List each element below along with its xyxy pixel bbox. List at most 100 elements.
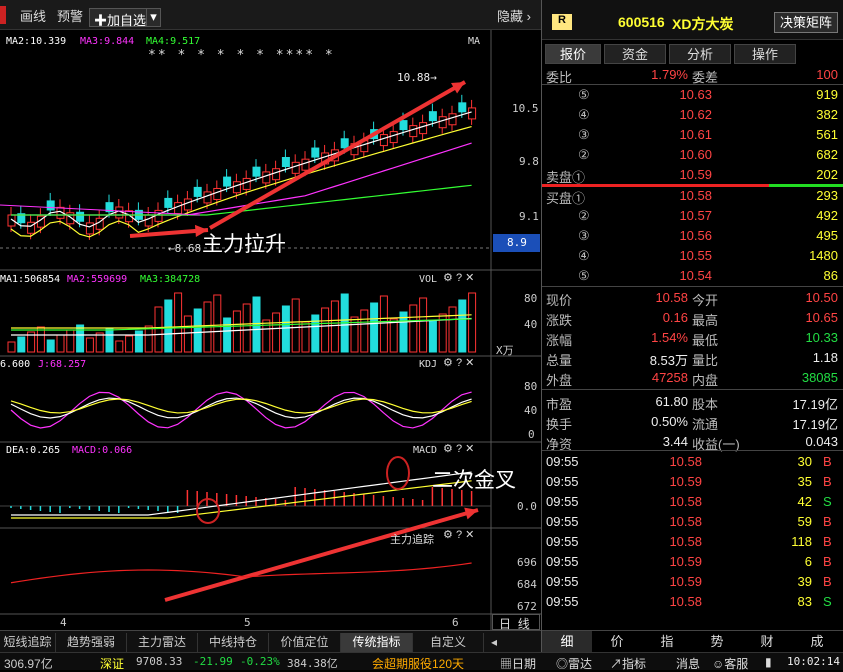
date-axis-6: 6	[452, 616, 459, 629]
candle-body	[389, 131, 398, 144]
stat-row: 换手 0.50% 流通 17.19亿	[542, 412, 843, 432]
close-icon: ✕	[465, 357, 475, 369]
tab-funds[interactable]: 资金	[604, 44, 666, 64]
signal-icon: ▮	[765, 655, 772, 669]
tracker-panel-icons[interactable]: ⚙ ? ✕	[443, 528, 474, 541]
favorite-dropdown-icon[interactable]: ▾	[146, 8, 161, 27]
candle-body	[85, 222, 94, 235]
tab-custom[interactable]: 自定义	[413, 633, 484, 652]
gear-icon: ⚙	[443, 357, 453, 369]
indicator-button[interactable]: ↗指标	[610, 655, 646, 672]
divider	[542, 450, 843, 451]
tab-analysis[interactable]: 分析	[669, 44, 731, 64]
tick-row: 09:55 10.59 6 B	[542, 552, 843, 572]
buy-row[interactable]: ③ 10.56 495	[542, 226, 843, 246]
vol-ma1-label: MA1:506854	[0, 274, 61, 285]
tick-side: S	[823, 594, 832, 609]
candle-body	[242, 177, 251, 190]
tab-short-track[interactable]: 短线追踪	[0, 633, 56, 652]
sell-row[interactable]: ② 10.60 682	[542, 145, 843, 165]
candle-body	[125, 210, 134, 223]
tab-operation[interactable]: 操作	[734, 44, 796, 64]
candle-body	[428, 111, 437, 122]
tick-time: 09:55	[546, 554, 579, 569]
tick-time: 09:55	[546, 574, 579, 589]
chart-area[interactable]: MA2:10.339 MA3:9.844 MA4:9.517 MA ** * *…	[0, 30, 541, 631]
kdj-d-line	[10, 398, 472, 414]
day-line-toggle[interactable]: 日 线	[492, 614, 540, 631]
tab-quote[interactable]: 报价	[545, 44, 601, 64]
quote-tab[interactable]: 细	[542, 631, 592, 652]
buy-row[interactable]: ④ 10.55 1480	[542, 246, 843, 266]
macd-panel-icons[interactable]: ⚙ ? ✕	[443, 442, 474, 455]
volume-bar	[56, 334, 65, 353]
volume-bar	[95, 332, 104, 353]
calendar-button[interactable]: ▦日期	[500, 655, 536, 672]
kdj-panel-icons[interactable]: ⚙ ? ✕	[443, 356, 474, 369]
tab-trend-strength[interactable]: 趋势强弱	[56, 633, 127, 652]
sell-row[interactable]: ⑤ 10.63 919	[542, 85, 843, 105]
quote-tab[interactable]: 财	[742, 631, 792, 652]
quote-tab[interactable]: 价	[592, 631, 642, 652]
tick-side: B	[823, 514, 832, 529]
stat-value: 8.53万	[649, 353, 688, 368]
tick-volume: 35	[797, 474, 812, 489]
buy-price: 10.57	[679, 208, 712, 223]
buy-row[interactable]: 买盘① 10.58 293	[542, 186, 843, 206]
draw-line-button[interactable]: 画线	[20, 6, 46, 25]
stat-value: 0.50%	[651, 414, 688, 429]
sell-row[interactable]: 卖盘① 10.59 202	[542, 165, 843, 185]
quote-tab[interactable]: 势	[692, 631, 742, 652]
tabs-scroll-icon[interactable]: ◂	[484, 633, 504, 652]
candle-body	[458, 102, 467, 113]
buy-level: ②	[578, 208, 590, 223]
buy-row[interactable]: ② 10.57 492	[542, 206, 843, 226]
tab-traditional[interactable]: 传统指标	[341, 633, 413, 652]
stat-row: 涨幅 1.54% 最低 10.33	[542, 328, 843, 348]
stat-label: 股本	[692, 397, 719, 412]
buy-row[interactable]: ⑤ 10.54 86	[542, 266, 843, 286]
buy-volume: 86	[823, 268, 838, 283]
help-icon: ?	[455, 443, 463, 455]
vol-panel-icons[interactable]: ⚙ ? ✕	[443, 271, 474, 284]
tick-row: 09:55 10.58 59 B	[542, 512, 843, 532]
sell-row[interactable]: ④ 10.62 382	[542, 105, 843, 125]
golden-cross-annotation: 二次金叉	[432, 469, 516, 492]
sell-level: ③	[578, 127, 590, 142]
vol-ma2-label: MA2:559699	[67, 274, 128, 285]
tab-mid-position[interactable]: 中线持仓	[198, 633, 269, 652]
decision-matrix-button[interactable]: 决策矩阵	[774, 12, 839, 33]
volume-bar	[448, 306, 457, 353]
buy-level: ③	[578, 228, 590, 243]
promo-text[interactable]: 会超期服役120天	[372, 655, 464, 672]
stat-value: 0.043	[805, 434, 838, 449]
add-favorite-button[interactable]: ✚加自选	[89, 8, 152, 28]
news-button[interactable]: 消息	[676, 655, 700, 672]
alert-button[interactable]: 预警	[57, 6, 83, 25]
tracker-name: 主力追踪	[390, 533, 434, 546]
sell-row[interactable]: ③ 10.61 561	[542, 125, 843, 145]
candle-body	[291, 161, 300, 174]
tick-row: 09:55 10.58 30 B	[542, 452, 843, 472]
candle-body	[399, 120, 408, 131]
volume-bar	[379, 295, 388, 353]
stat-label: 现价	[546, 293, 573, 308]
tick-side: B	[823, 474, 832, 489]
quote-tab[interactable]: 指	[642, 631, 692, 652]
clock: 10:02:14	[787, 655, 840, 668]
quote-tab[interactable]: 成	[792, 631, 842, 652]
stat-value: 1.54%	[651, 330, 688, 345]
tab-main-radar[interactable]: 主力雷达	[127, 633, 198, 652]
volume-bar	[125, 335, 134, 353]
tab-value-position[interactable]: 价值定位	[269, 633, 341, 652]
hide-panel-button[interactable]: 隐藏 ›	[497, 6, 531, 25]
sz-name[interactable]: 深证	[100, 655, 124, 672]
tick-price: 10.59	[669, 474, 702, 489]
tick-time: 09:55	[546, 534, 579, 549]
candle-body	[379, 134, 388, 147]
help-icon: ?	[455, 529, 463, 541]
radar-button[interactable]: ◎雷达	[556, 655, 592, 672]
service-button[interactable]: ☺客服	[712, 655, 748, 672]
tick-price: 10.58	[669, 454, 702, 469]
candle-body	[340, 138, 349, 149]
